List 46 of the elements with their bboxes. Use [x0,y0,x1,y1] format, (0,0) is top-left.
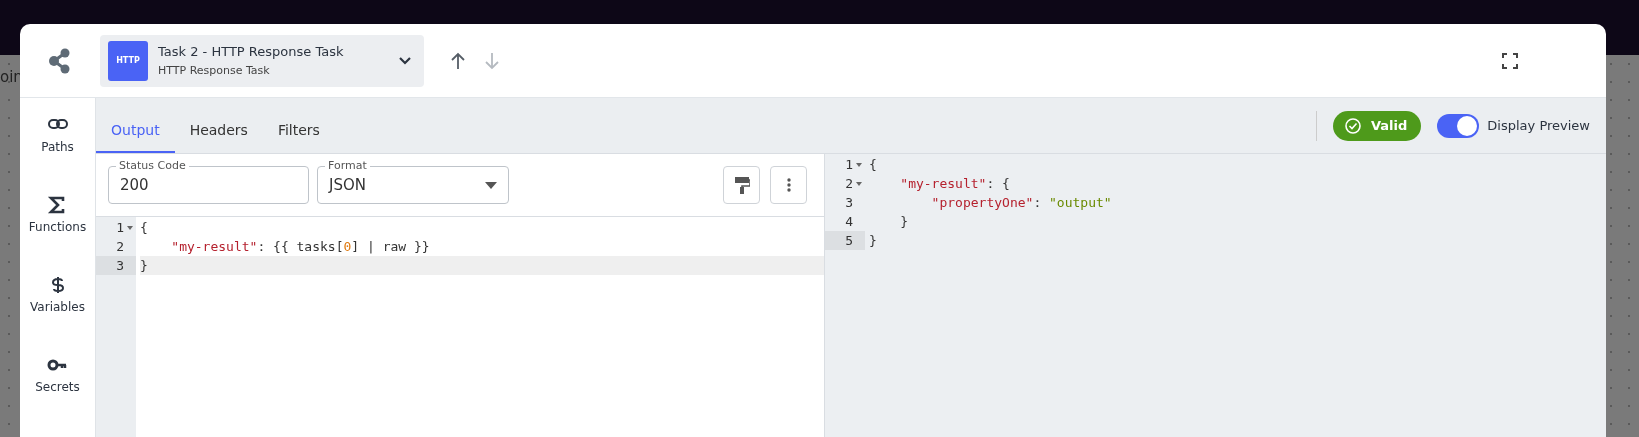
paint-roller-icon [733,176,750,194]
line-number: 4 [845,214,853,229]
code-line: } [869,233,877,248]
sidebar-item[interactable]: Variables [30,300,85,314]
line-number: 5 [845,233,853,248]
code-line: "my-result": { [899,176,1010,191]
share-icon [48,47,72,74]
code-line: "propertyOne": "output" [930,195,1112,210]
format-dropdown[interactable]: Format JSON [317,157,509,204]
preview-toggle[interactable] [1437,113,1480,138]
task-subtitle: HTTP Response Task [158,64,271,77]
code-line: } [140,258,148,273]
sidebar-item[interactable]: Functions [28,220,87,234]
http-badge: HTTP [108,40,148,81]
tab[interactable]: Headers [174,122,263,153]
fold-caret-icon[interactable] [127,225,133,230]
dropdown-caret-icon [485,181,497,189]
field-label: Format [325,159,370,172]
line-number: 2 [116,239,124,254]
chevron-down-icon [398,56,412,65]
fold-caret-icon[interactable] [856,181,862,186]
code-line: { [869,157,877,172]
code-line: "my-result": {{ tasks[0] | raw }} [170,239,430,254]
code-line: { [140,220,148,235]
line-number: 3 [845,195,853,210]
fold-caret-icon[interactable] [856,162,862,167]
more-vertical-icon [786,178,791,192]
tab[interactable]: Output [96,122,175,153]
code-line: } [899,214,909,229]
check-circle-icon [1345,117,1361,134]
line-number: 1 [845,157,853,172]
status-code-field[interactable]: Status Code 200 [108,157,309,204]
line-number: 2 [845,176,853,191]
toggle-label: Display Preview [1487,118,1590,133]
sidebar-item[interactable]: Secrets [35,380,80,394]
sidebar-item[interactable]: Paths [41,140,74,154]
field-label: Status Code [116,159,189,172]
line-number: 1 [116,220,124,235]
task-title: Task 2 - HTTP Response Task [158,44,345,59]
format-button[interactable] [723,166,760,204]
task-selector[interactable]: HTTP Task 2 - HTTP Response Task HTTP Response Task [100,34,424,87]
line-number: 3 [116,258,124,273]
valid-badge: Valid [1333,110,1422,141]
tab[interactable]: Filters [262,122,335,153]
fullscreen-icon[interactable] [1502,52,1518,69]
arrow-up-icon[interactable] [450,51,466,70]
